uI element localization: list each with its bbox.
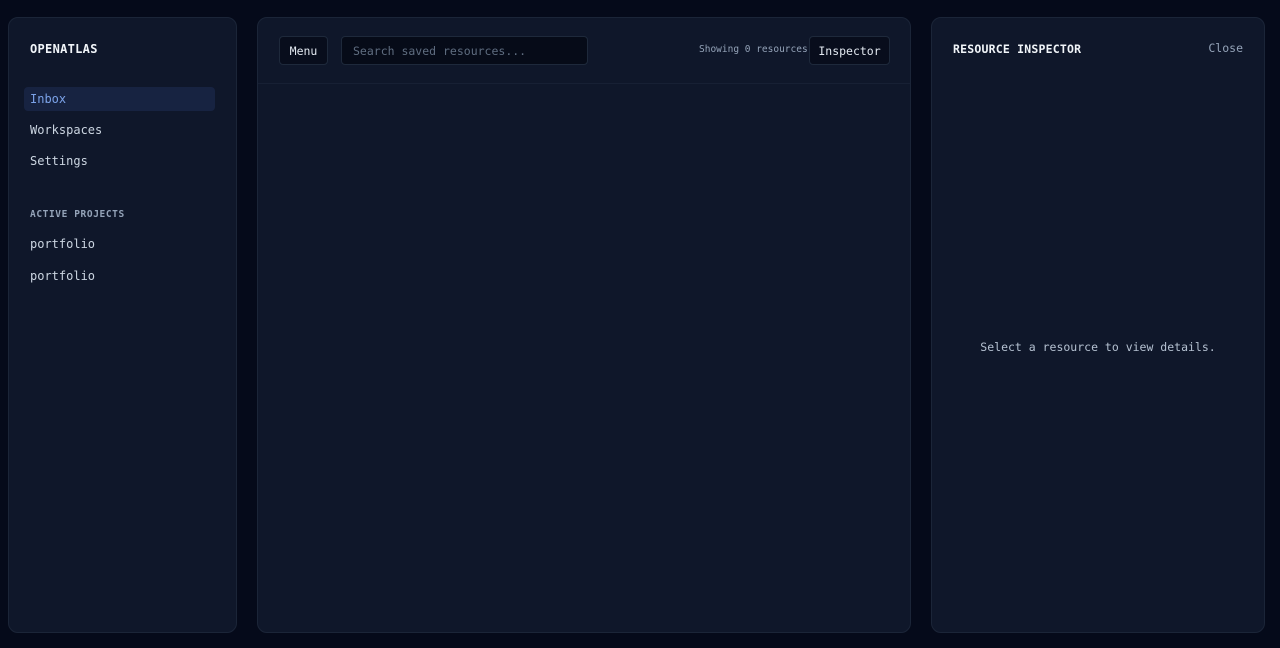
inspector-title: RESOURCE INSPECTOR (953, 42, 1082, 56)
resource-list-panel: Menu Showing 0 resources Inspector (257, 17, 911, 633)
menu-button[interactable]: Menu (279, 36, 328, 65)
sidebar: OPENATLAS Inbox Workspaces Settings ACTI… (8, 17, 237, 633)
inspector-empty-state: Select a resource to view details. (980, 340, 1216, 354)
project-item[interactable]: portfolio (24, 264, 215, 288)
nav-item-inbox[interactable]: Inbox (24, 87, 215, 111)
inspector-toggle-button[interactable]: Inspector (809, 36, 890, 65)
project-item[interactable]: portfolio (24, 232, 215, 256)
nav-item-settings[interactable]: Settings (24, 149, 215, 173)
active-projects-heading: ACTIVE PROJECTS (30, 209, 125, 220)
app-root: OPENATLAS Inbox Workspaces Settings ACTI… (0, 0, 1280, 648)
search-input[interactable] (341, 36, 588, 65)
resource-inspector-panel: RESOURCE INSPECTOR Close Select a resour… (931, 17, 1265, 633)
app-brand: OPENATLAS (30, 42, 98, 56)
nav-item-workspaces[interactable]: Workspaces (24, 118, 215, 142)
close-inspector-button[interactable]: Close (1208, 41, 1243, 55)
resource-count: Showing 0 resources (699, 44, 808, 55)
toolbar: Menu Showing 0 resources Inspector (258, 18, 910, 84)
